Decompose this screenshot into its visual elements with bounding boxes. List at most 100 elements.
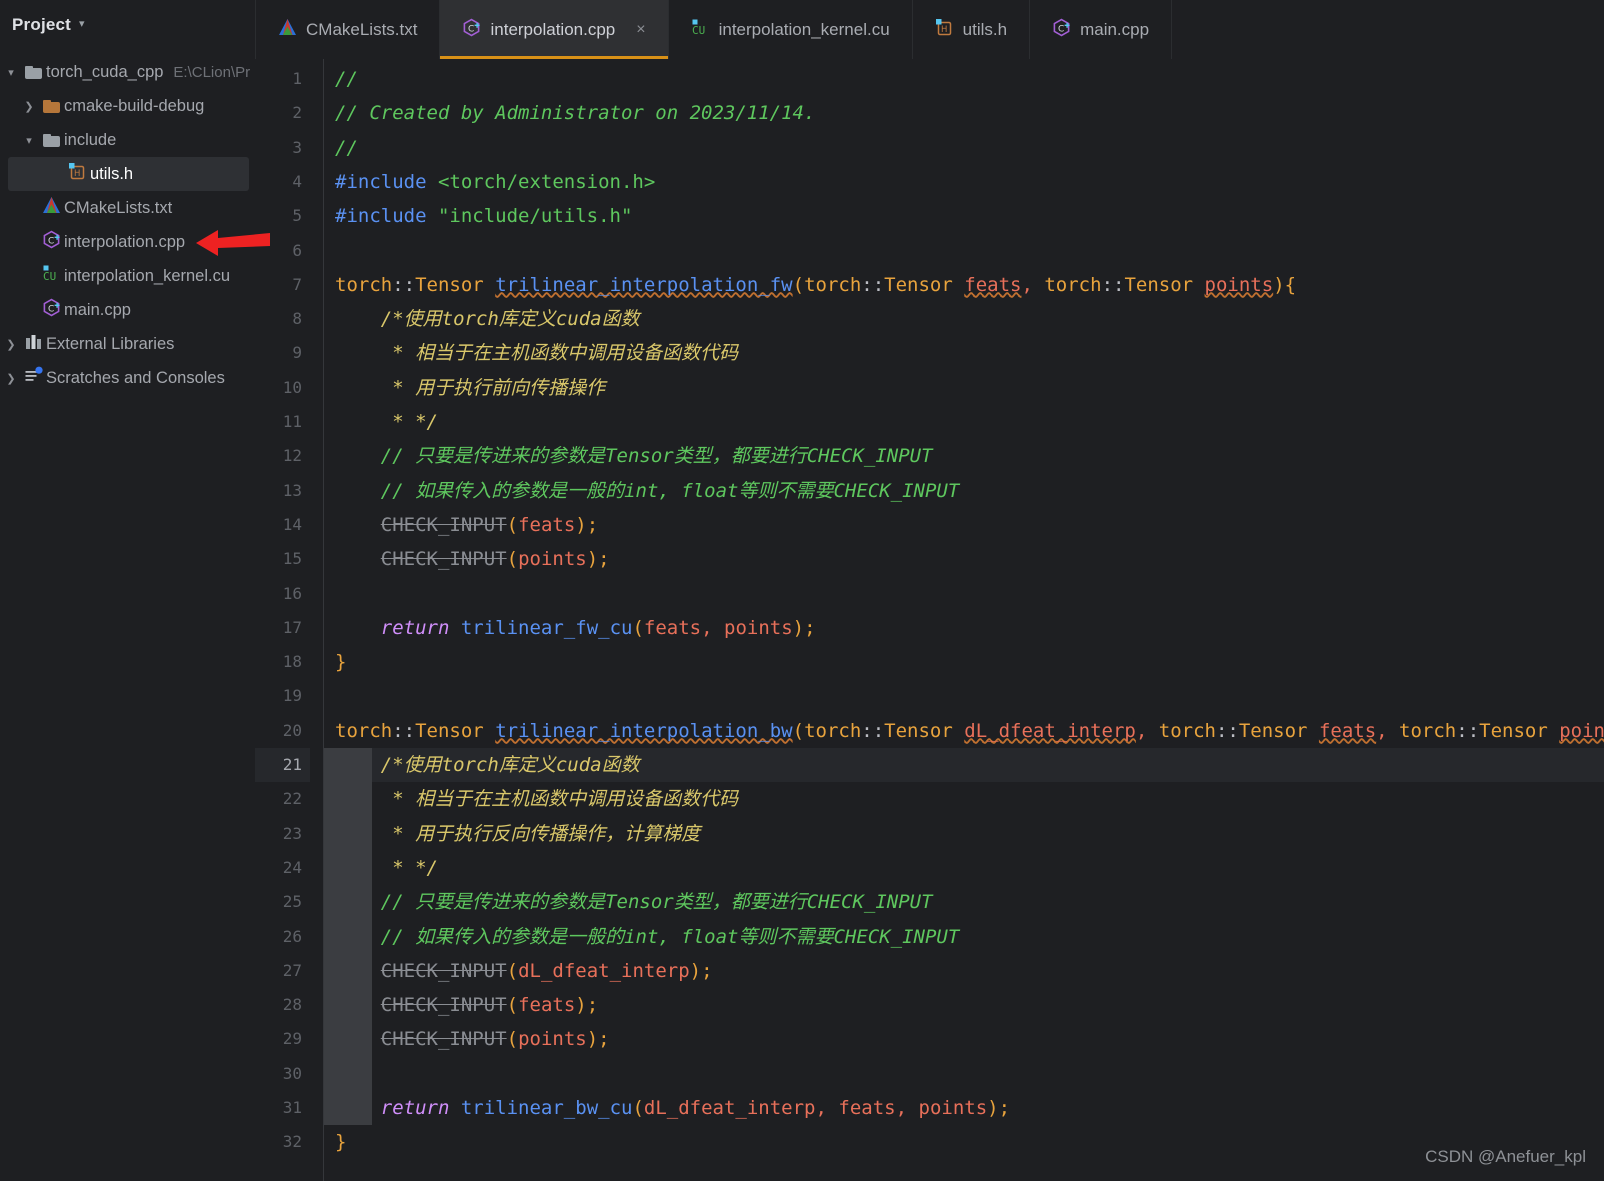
cmake-file-icon [278, 18, 297, 42]
tab-main-cpp[interactable]: Cmain.cpp [1030, 0, 1173, 59]
tab-label: interpolation.cpp [490, 19, 616, 39]
line-number[interactable]: 23 [256, 817, 302, 851]
line-number[interactable]: 12 [256, 439, 302, 473]
line-number[interactable]: 25 [256, 885, 302, 919]
code-line[interactable]: CHECK_INPUT(points); [324, 1022, 1604, 1056]
line-number[interactable]: 8 [256, 302, 302, 336]
project-panel-header[interactable]: Project ▾ [0, 0, 255, 49]
chevron-right-icon[interactable]: ❯ [2, 372, 20, 385]
line-number[interactable]: 28 [256, 988, 302, 1022]
svg-text:H: H [941, 25, 947, 35]
code-line[interactable]: torch::Tensor trilinear_interpolation_bw… [324, 714, 1604, 748]
line-number[interactable]: 13 [256, 474, 302, 508]
sidebar-item-main-cpp[interactable]: Cmain.cpp [0, 293, 255, 327]
cpp-file-icon: C [1052, 18, 1071, 42]
line-number[interactable]: 19 [256, 679, 302, 713]
code-line[interactable]: CHECK_INPUT(feats); [324, 508, 1604, 542]
code-line[interactable]: torch::Tensor trilinear_interpolation_fw… [324, 268, 1604, 302]
code-line[interactable]: * 用于执行反向传播操作，计算梯度 [324, 817, 1604, 851]
folder-orange-icon [38, 99, 64, 113]
line-number[interactable]: 20 [256, 714, 302, 748]
code-line[interactable]: #include "include/utils.h" [324, 199, 1604, 233]
sidebar-item-cmake-build-debug[interactable]: ❯ cmake-build-debug [0, 89, 255, 123]
sidebar-item-external-libraries[interactable]: ❯ External Libraries [0, 327, 255, 361]
code-line[interactable] [324, 679, 1604, 713]
line-number[interactable]: 3 [256, 131, 302, 165]
close-icon[interactable]: × [636, 21, 645, 39]
code-line[interactable]: // 只要是传进来的参数是Tensor类型，都要进行CHECK_INPUT [324, 439, 1604, 473]
svg-text:C: C [48, 236, 54, 246]
code-line[interactable]: } [324, 1125, 1604, 1159]
tab-cmakelists-txt[interactable]: CMakeLists.txt [255, 0, 441, 59]
line-number[interactable]: 16 [256, 577, 302, 611]
sidebar-item-interpolation-kernel-cu[interactable]: CU interpolation_kernel.cu [0, 259, 255, 293]
code-line[interactable]: CHECK_INPUT(feats); [324, 988, 1604, 1022]
code-line[interactable]: CHECK_INPUT(dL_dfeat_interp); [324, 954, 1604, 988]
chevron-down-icon[interactable]: ▾ [20, 134, 38, 147]
sidebar-item-include[interactable]: ▾ include [0, 123, 255, 157]
line-number[interactable]: 21 [256, 748, 302, 782]
line-number[interactable]: 14 [256, 508, 302, 542]
tab-utils-h[interactable]: Hutils.h [913, 0, 1031, 59]
code-line[interactable]: /*使用torch库定义cuda函数 [324, 302, 1604, 336]
code-line[interactable] [324, 1057, 1604, 1091]
tab-interpolation-cpp[interactable]: Cinterpolation.cpp × [440, 0, 669, 59]
line-number[interactable]: 30 [256, 1057, 302, 1091]
code-line[interactable]: * */ [324, 405, 1604, 439]
code-line[interactable]: return trilinear_bw_cu(dL_dfeat_interp, … [324, 1091, 1604, 1125]
chevron-right-icon[interactable]: ❯ [2, 338, 20, 351]
code-line[interactable]: // [324, 131, 1604, 165]
line-number[interactable]: 15 [256, 542, 302, 576]
code-line[interactable]: // Created by Administrator on 2023/11/1… [324, 96, 1604, 130]
sidebar-item-label: cmake-build-debug [64, 96, 205, 115]
line-number[interactable]: 7 [256, 268, 302, 302]
code-line[interactable]: // [324, 62, 1604, 96]
sidebar-item-scratches-and-consoles[interactable]: ❯ Scratches and Consoles [0, 361, 255, 395]
code-line[interactable]: CHECK_INPUT(points); [324, 542, 1604, 576]
line-number[interactable]: 29 [256, 1022, 302, 1056]
line-number[interactable]: 11 [256, 405, 302, 439]
code-line[interactable]: /*使用torch库定义cuda函数 [324, 748, 1604, 782]
chevron-right-icon[interactable]: ❯ [20, 100, 38, 113]
line-number[interactable]: 9 [256, 336, 302, 370]
sidebar-item-utils-h[interactable]: Hutils.h [8, 157, 249, 191]
line-number[interactable]: 18 [256, 645, 302, 679]
line-number[interactable]: 32 [256, 1125, 302, 1159]
code-content[interactable]: //// Created by Administrator on 2023/11… [324, 59, 1604, 1181]
code-line[interactable] [324, 577, 1604, 611]
svg-text:CU: CU [43, 270, 56, 283]
chevron-down-icon[interactable]: ▾ [79, 19, 85, 30]
sidebar-item-torch-cuda-cpp[interactable]: ▾ torch_cuda_cpp E:\CLion\Pr [0, 55, 255, 89]
line-number[interactable]: 24 [256, 851, 302, 885]
code-line[interactable]: * */ [324, 851, 1604, 885]
code-line[interactable]: return trilinear_fw_cu(feats, points); [324, 611, 1604, 645]
code-line[interactable]: * 相当于在主机函数中调用设备函数代码 [324, 336, 1604, 370]
code-line[interactable]: // 如果传入的参数是一般的int, float等则不需要CHECK_INPUT [324, 920, 1604, 954]
line-number[interactable]: 4 [256, 165, 302, 199]
sidebar-item-label: interpolation_kernel.cu [64, 266, 231, 285]
code-line[interactable]: } [324, 645, 1604, 679]
line-number[interactable]: 26 [256, 920, 302, 954]
tab-interpolation-kernel-cu[interactable]: CU interpolation_kernel.cu [669, 0, 913, 59]
code-line[interactable]: // 如果传入的参数是一般的int, float等则不需要CHECK_INPUT [324, 474, 1604, 508]
code-line[interactable]: * 用于执行前向传播操作 [324, 371, 1604, 405]
folder-icon [20, 65, 46, 79]
line-number[interactable]: 17 [256, 611, 302, 645]
line-number[interactable]: 10 [256, 371, 302, 405]
cuda-file-icon: CU [691, 18, 710, 42]
code-line[interactable] [324, 234, 1604, 268]
line-number[interactable]: 2 [256, 96, 302, 130]
code-line[interactable]: #include <torch/extension.h> [324, 165, 1604, 199]
line-number[interactable]: 27 [256, 954, 302, 988]
tab-label: main.cpp [1080, 19, 1150, 39]
code-line[interactable]: * 相当于在主机函数中调用设备函数代码 [324, 782, 1604, 816]
line-number[interactable]: 22 [256, 782, 302, 816]
sidebar-item-cmakelists-txt[interactable]: CMakeLists.txt [0, 191, 255, 225]
library-icon [20, 332, 46, 356]
code-line[interactable]: // 只要是传进来的参数是Tensor类型，都要进行CHECK_INPUT [324, 885, 1604, 919]
sidebar-item-label: torch_cuda_cpp [46, 62, 164, 81]
chevron-down-icon[interactable]: ▾ [2, 66, 20, 79]
tab-label: interpolation_kernel.cu [718, 19, 890, 39]
line-number[interactable]: 31 [256, 1091, 302, 1125]
line-number[interactable]: 1 [256, 62, 302, 96]
